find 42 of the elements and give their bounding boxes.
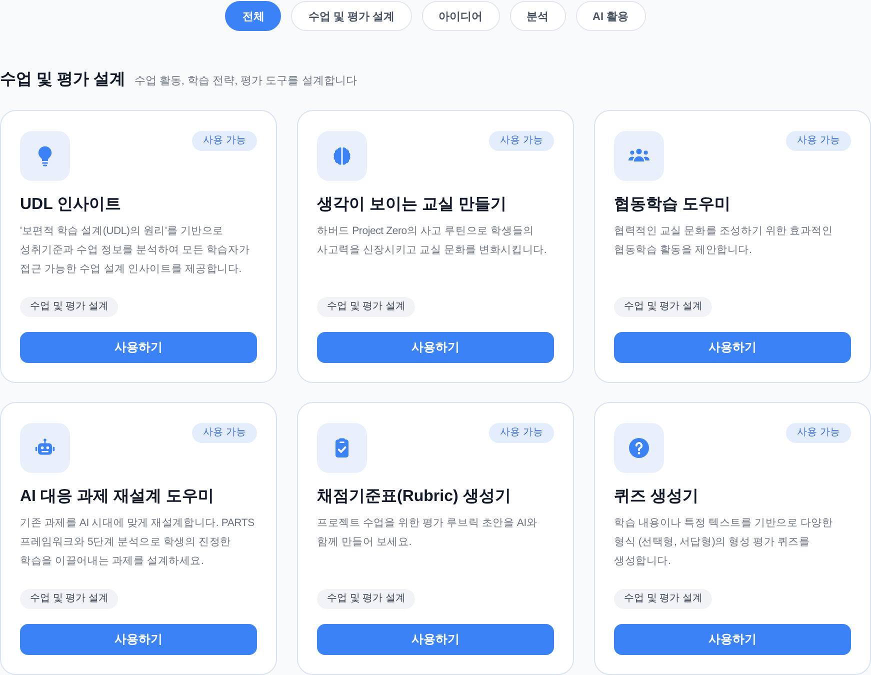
- brain-icon: [317, 131, 367, 181]
- use-button[interactable]: 사용하기: [614, 332, 851, 363]
- card-description: 협력적인 교실 문화를 조성하기 위한 효과적인 협동학습 활동을 제안합니다.: [614, 224, 834, 258]
- availability-badge: 사용 가능: [786, 423, 851, 443]
- lightbulb-icon: [20, 131, 70, 181]
- filter-tab[interactable]: AI 활용: [576, 1, 646, 31]
- category-tag: 수업 및 평가 설계: [317, 589, 416, 609]
- availability-badge: 사용 가능: [786, 131, 851, 151]
- category-tag: 수업 및 평가 설계: [317, 297, 416, 317]
- availability-badge: 사용 가능: [192, 423, 257, 443]
- filter-tab[interactable]: 분석: [510, 1, 566, 31]
- card-title: AI 대응 과제 재설계 도우미: [20, 487, 215, 507]
- use-button[interactable]: 사용하기: [20, 624, 257, 655]
- filter-tab[interactable]: 아이디어: [422, 1, 500, 31]
- category-tag: 수업 및 평가 설계: [614, 589, 712, 609]
- category-tag: 수업 및 평가 설계: [614, 297, 712, 317]
- card-description: '보편적 학습 설계(UDL)의 원리'를 기반으로 성취기준과 수업 정보를 분석하여 모든 학습자가 접근 가능한 수업 설계 인사이트를 제공합니다.: [20, 224, 251, 277]
- card-description: 하버드 Project Zero의 사고 루틴으로 학생들의 사고력을 신장시키고 교실 문화를 변화시킵니다.: [317, 224, 548, 258]
- card-description: 프로젝트 수업을 위한 평가 루브릭 초안을 AI와 함께 만들어 보세요.: [317, 516, 538, 550]
- people-icon: [614, 131, 664, 181]
- clipboard-check-icon: [317, 423, 367, 473]
- card-title: 채점기준표(Rubric) 생성기: [317, 487, 512, 507]
- card-description: 학습 내용이나 특정 텍스트를 기반으로 다양한 형식 (선택형, 서답형)의 형성 평가 퀴즈를 생성합니다.: [614, 516, 834, 569]
- availability-badge: 사용 가능: [489, 131, 554, 151]
- robot-icon: [20, 423, 70, 473]
- card-title: 협동학습 도우미: [614, 195, 732, 215]
- section-title: 수업 및 평가 설계: [0, 70, 126, 90]
- availability-badge: 사용 가능: [192, 131, 257, 151]
- use-button[interactable]: 사용하기: [614, 624, 851, 655]
- card-title: UDL 인사이트: [20, 195, 122, 215]
- section-subtitle: 수업 활동, 학습 전략, 평가 도구를 설계합니다: [134, 74, 357, 88]
- card-title: 퀴즈 생성기: [614, 487, 700, 507]
- availability-badge: 사용 가능: [489, 423, 554, 443]
- card-description: 기존 과제를 AI 시대에 맞게 재설계합니다. PARTS 프레임워크와 5단계 분석으로 학생의 진정한 학습을 이끌어내는 과제를 설계하세요.: [20, 516, 256, 569]
- use-button[interactable]: 사용하기: [317, 624, 554, 655]
- filter-tab[interactable]: 수업 및 평가 설계: [291, 1, 412, 31]
- card-title: 생각이 보이는 교실 만들기: [317, 195, 508, 215]
- use-button[interactable]: 사용하기: [20, 332, 257, 363]
- use-button[interactable]: 사용하기: [317, 332, 554, 363]
- category-tag: 수업 및 평가 설계: [20, 297, 118, 317]
- category-tag: 수업 및 평가 설계: [20, 589, 118, 609]
- filter-tab[interactable]: 전체: [225, 1, 282, 31]
